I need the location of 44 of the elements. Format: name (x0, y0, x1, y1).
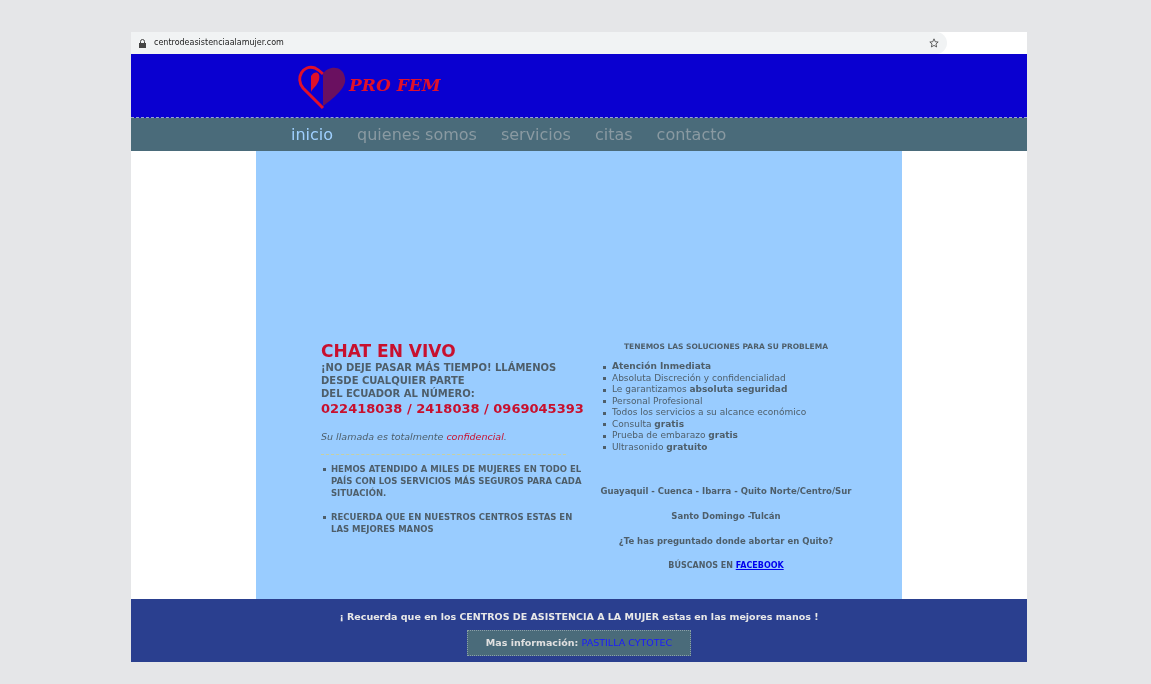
facebook-link[interactable]: FACEBOOK (735, 559, 784, 572)
bullet-text: RECUERDA QUE EN NUESTROS CENTROS ESTAS EN LAS MEJORES MANOS (331, 511, 574, 536)
confidential-text: confidencial (446, 430, 504, 444)
star-icon[interactable] (929, 38, 939, 48)
search-text: BÚSCANOS EN (668, 559, 734, 572)
confidential-note: Su llamada es totalmente (321, 430, 445, 444)
solution-item: Consulta gratis (612, 418, 684, 431)
bullet-icon (323, 516, 326, 520)
bullet-icon (603, 411, 606, 415)
bullet-icon (603, 446, 606, 449)
nav-link[interactable]: contacto (656, 122, 727, 147)
solution-item: Absoluta Discreción y confidencialidad (612, 372, 786, 385)
bullet-text: HEMOS ATENDIDO A MILES DE MUJERES EN TODO EL PAÍS CON LOS SERVICIOS MÁS SEGUROS PARA CADA SITUACIÓN. (331, 463, 583, 500)
bullet-icon (603, 377, 606, 380)
nav-link[interactable]: inicio (291, 122, 334, 147)
cytotec-link[interactable]: PASTILLA CYTOTEC (581, 636, 673, 651)
solution-item: Prueba de embarazo gratis (612, 430, 738, 442)
more-info-label: Mas información: (485, 636, 580, 651)
footer-message: ¡ Recuerda que en los CENTROS DE ASISTENCIA A LA MUJER estas en las mejores manos ! (339, 610, 819, 624)
bullet-icon (323, 468, 326, 472)
lock-icon (139, 38, 146, 48)
bullet-icon (603, 365, 606, 369)
phone-numbers[interactable]: 022418038 / 2418038 / 0969045393 (321, 400, 591, 418)
period-text: . (503, 430, 507, 444)
cities-text: Santo Domingo -Tulcán (671, 510, 781, 523)
call-text: DEL ECUADOR AL NÚMERO: (321, 387, 476, 400)
solution-item: Ultrasonido gratuito (612, 441, 708, 454)
solution-item: Todos los servicios a su alcance económico (612, 407, 807, 419)
bullet-icon (603, 423, 606, 426)
call-text: ¡NO DEJE PASAR MÁS TIEMPO! LLÁMENOS DESDE CUALQUIER PARTE (321, 361, 558, 387)
bullet-icon (603, 400, 606, 403)
cities-text: Guayaquil - Cuenca - Ibarra - Quito Norte/Centro/Sur (600, 485, 852, 498)
chat-title: CHAT EN VIVO (321, 341, 457, 361)
solution-item: Personal Profesional (612, 395, 703, 408)
question-text: ¿Te has preguntado donde abortar en Quito? (618, 534, 834, 548)
solution-item: Atención Inmediata (612, 361, 712, 373)
nav-link[interactable]: servicios (500, 122, 571, 147)
nav-link[interactable]: citas (594, 122, 633, 147)
nav-link[interactable]: quienes somos (357, 122, 477, 147)
bullet-icon (603, 434, 606, 438)
solution-item: Le garantizamos absoluta seguridad (612, 384, 788, 396)
bullet-icon (603, 388, 606, 392)
url-text[interactable]: centrodeasistenciaalamujer.com (154, 37, 921, 49)
logo-text[interactable]: PRO FEM (349, 72, 441, 99)
